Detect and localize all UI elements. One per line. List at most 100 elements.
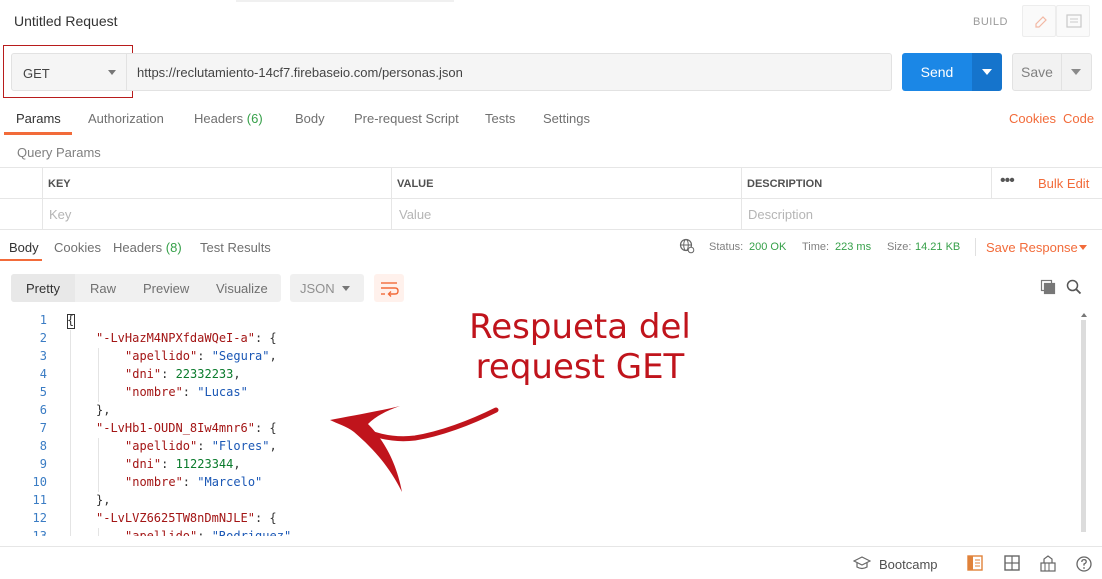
bootcamp-link[interactable]: Bootcamp	[879, 557, 938, 572]
line-number: 5	[39, 385, 47, 399]
format-label: JSON	[300, 281, 335, 296]
method-highlight-box	[3, 45, 133, 98]
line-number: 8	[39, 439, 47, 453]
json-punctuation: ,	[233, 367, 241, 381]
tab-authorization[interactable]: Authorization	[88, 111, 164, 126]
tab-params[interactable]: Params	[16, 111, 61, 126]
search-icon[interactable]	[1066, 279, 1082, 298]
json-punctuation: :	[161, 367, 176, 381]
json-key: "apellido"	[125, 349, 198, 363]
json-punctuation: :	[197, 349, 212, 363]
code-text: "dni": 11223344,	[125, 457, 241, 471]
chevron-down-icon[interactable]	[1079, 245, 1087, 250]
size-value: 14.21 KB	[915, 241, 961, 253]
request-title[interactable]: Untitled Request	[14, 13, 118, 29]
cookies-link[interactable]: Cookies	[1009, 111, 1056, 126]
description-input[interactable]: Description	[748, 207, 813, 222]
column-divider	[42, 168, 43, 230]
copy-icon[interactable]	[1040, 279, 1056, 298]
save-button[interactable]: Save	[1012, 53, 1062, 91]
save-response-button[interactable]: Save Response	[986, 240, 1078, 255]
code-line: 5 "nombre": "Lucas"	[0, 385, 1080, 403]
save-options-button[interactable]	[1062, 53, 1092, 91]
annotation-line-2: request GET	[475, 347, 685, 387]
value-input[interactable]: Value	[399, 207, 431, 222]
layout-grid-icon[interactable]	[1003, 555, 1021, 571]
json-punctuation: ,	[269, 349, 277, 363]
tab-prerequest-script[interactable]: Pre-request Script	[354, 111, 459, 126]
comment-icon	[1066, 14, 1082, 28]
json-punctuation: :	[197, 439, 212, 453]
code-text: "-LvHazM4NPXfdaWQeI-a": {	[96, 331, 277, 345]
json-key: "-LvHazM4NPXfdaWQeI-a"	[96, 331, 255, 345]
wrap-lines-icon	[381, 282, 399, 297]
tab-body[interactable]: Body	[295, 111, 325, 126]
scroll-up-arrow[interactable]	[1081, 313, 1087, 317]
two-pane-view-icon[interactable]	[966, 555, 984, 571]
active-tab-indicator	[4, 132, 72, 135]
line-number: 11	[32, 493, 47, 507]
tab-settings[interactable]: Settings	[543, 111, 590, 126]
status-label: Status:	[709, 241, 744, 253]
more-options-icon[interactable]: •••	[1000, 172, 1015, 190]
response-tab-headers[interactable]: Headers (8)	[113, 240, 182, 255]
help-icon[interactable]	[1075, 555, 1093, 573]
query-params-label: Query Params	[17, 145, 101, 160]
vertical-scrollbar[interactable]	[1080, 312, 1087, 536]
json-key: "nombre"	[125, 475, 183, 489]
response-tab-body[interactable]: Body	[9, 240, 39, 255]
url-input[interactable]	[127, 53, 892, 91]
build-mode-label[interactable]: BUILD	[973, 16, 1008, 28]
globe-icon[interactable]	[679, 238, 695, 257]
edit-button[interactable]	[1022, 5, 1056, 37]
tab-headers-label: Headers	[194, 111, 244, 126]
json-punctuation: :	[161, 457, 176, 471]
key-input[interactable]: Key	[49, 207, 71, 222]
line-number: 1	[39, 313, 47, 327]
wrap-lines-button[interactable]	[374, 274, 404, 302]
json-string: "Lucas"	[197, 385, 248, 399]
scrollbar-thumb[interactable]	[1081, 320, 1086, 532]
view-preview-button[interactable]: Preview	[143, 281, 189, 296]
format-select[interactable]: JSON	[290, 274, 364, 302]
active-tab-indicator	[0, 259, 42, 261]
tab-tests[interactable]: Tests	[485, 111, 515, 126]
bulk-edit-link[interactable]: Bulk Edit	[1038, 176, 1089, 191]
runner-icon[interactable]	[1039, 555, 1057, 573]
code-text: "dni": 22332233,	[125, 367, 241, 381]
json-key: "dni"	[125, 457, 162, 471]
comments-button[interactable]	[1056, 5, 1090, 37]
json-key: "apellido"	[125, 439, 198, 453]
json-number: 11223344	[175, 457, 234, 471]
column-header-description: DESCRIPTION	[747, 178, 823, 190]
code-line: 6},	[0, 403, 1080, 421]
column-header-key: KEY	[48, 178, 71, 190]
pencil-icon	[1035, 16, 1047, 28]
code-line: 7 "-LvHb1-OUDN_8Iw4mnr6": {	[0, 421, 1080, 439]
json-number: 22332233	[175, 367, 234, 381]
tab-strip-edge	[236, 0, 454, 2]
code-text: "nombre": "Marcelo"	[125, 475, 262, 489]
json-key: "dni"	[125, 367, 162, 381]
size-label: Size:	[887, 241, 912, 253]
bootcamp-icon[interactable]	[853, 555, 871, 571]
response-tab-test-results[interactable]: Test Results	[200, 240, 271, 255]
json-punctuation: :	[182, 385, 198, 399]
response-tab-cookies[interactable]: Cookies	[54, 240, 101, 255]
code-line: 11},	[0, 493, 1080, 511]
json-key: "-LvLVZ6625TW8nDmNJLE"	[96, 511, 255, 525]
response-tab-headers-label: Headers	[113, 240, 163, 255]
json-string: "Segura"	[211, 349, 270, 363]
tab-headers[interactable]: Headers (6)	[194, 111, 263, 126]
send-options-button[interactable]	[972, 53, 1002, 91]
view-visualize-button[interactable]: Visualize	[216, 281, 268, 296]
code-link[interactable]: Code	[1063, 111, 1094, 126]
chevron-down-icon	[1071, 69, 1081, 75]
view-pretty-button[interactable]: Pretty	[26, 281, 60, 296]
line-number: 6	[39, 403, 47, 417]
send-button[interactable]: Send	[902, 53, 972, 91]
bracket-match-highlight	[67, 314, 75, 329]
code-text: "nombre": "Lucas"	[125, 385, 248, 399]
annotation-arrow	[330, 406, 499, 492]
view-raw-button[interactable]: Raw	[90, 281, 116, 296]
